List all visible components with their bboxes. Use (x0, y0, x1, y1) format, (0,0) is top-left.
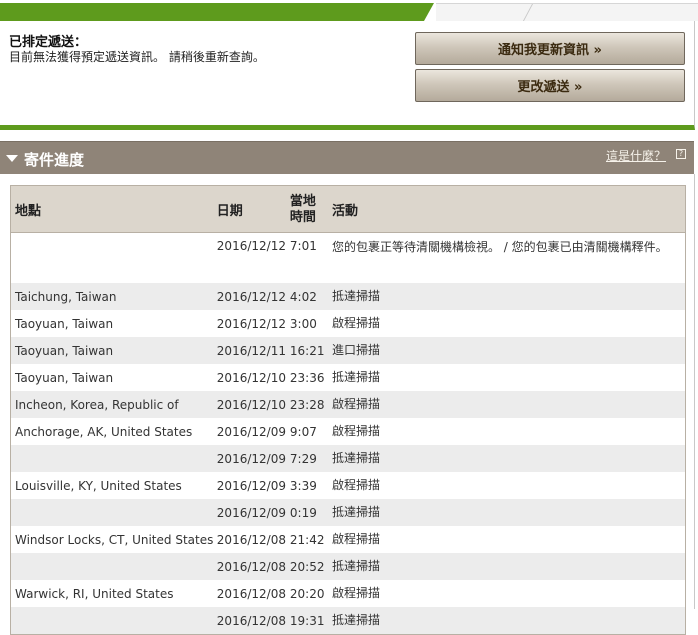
cell-location (10, 607, 213, 635)
cell-time: 7:01 (289, 239, 317, 253)
cell-time: 20:52 (285, 553, 328, 580)
cell-time: 3:39 (289, 478, 317, 493)
cell-location: Warwick, RI, United States (15, 586, 174, 601)
cell-location (11, 233, 213, 284)
cell-activity: 抵達掃描 (327, 499, 686, 526)
cell-date: 2016/12/11 (212, 337, 286, 364)
table-row: Taoyuan, Taiwan 2016/12/12 3:00 啟程掃描 (11, 310, 686, 337)
cell-time: 21:42 (289, 532, 325, 547)
cell-date: 2016/12/10 (216, 370, 286, 385)
cell-location: Windsor Locks, CT, United States (15, 532, 213, 547)
cell-activity: 抵達掃描 (327, 607, 686, 635)
table-row: Incheon, Korea, Republic of 2016/12/10 2… (10, 391, 686, 418)
cell-activity: 啟程掃描 (331, 424, 380, 438)
table-row: Warwick, RI, United States 2016/12/08 20… (11, 580, 686, 607)
cell-location: Anchorage, AK, United States (15, 424, 193, 439)
notify-updates-button[interactable]: 通知我更新資訊 » (415, 32, 685, 65)
shipment-progress-header[interactable]: 寄件進度 這是什麼？ ? (0, 141, 694, 174)
cell-activity: 抵達掃描 (327, 445, 686, 472)
cell-activity: 啟程掃描 (327, 391, 686, 418)
cell-date: 2016/12/09 (216, 424, 286, 439)
table-header-row: 地點 日期 當地 時間 活動 (10, 185, 686, 233)
column-header-local-time-line1: 當地 (289, 194, 316, 209)
collapse-triangle-icon[interactable] (6, 155, 18, 162)
column-header-local-time: 當地 時間 (285, 185, 328, 233)
tracking-table: 地點 日期 當地 時間 活動 2016/12/12 7:01 您的包裹正等待清關機… (10, 185, 686, 635)
cell-time: 4:02 (285, 283, 328, 310)
scheduled-delivery-message: 目前無法獲得預定遞送資訊。 請稍後重新查詢。 (9, 50, 265, 64)
tab-active-edge (424, 3, 434, 21)
column-header-date: 日期 (212, 185, 286, 233)
table-row: 2016/12/08 20:52 抵達掃描 (10, 553, 686, 580)
cell-time: 3:00 (289, 316, 317, 331)
change-delivery-button[interactable]: 更改遞送 » (415, 69, 685, 102)
cell-activity: 進口掃描 (327, 337, 686, 364)
cell-location (10, 499, 213, 526)
cell-date: 2016/12/09 (212, 445, 286, 472)
cell-activity: 抵達掃描 (331, 370, 380, 384)
scheduled-delivery-box: 已排定遞送： 目前無法獲得預定遞送資訊。 請稍後重新查詢。 通知我更新資訊 » … (0, 21, 695, 130)
cell-time: 7:29 (285, 445, 328, 472)
cell-date: 2016/12/12 (212, 283, 286, 310)
cell-location: Taoyuan, Taiwan (15, 316, 114, 331)
cell-date: 2016/12/12 (216, 316, 286, 331)
cell-location: Louisville, KY, United States (15, 478, 182, 493)
column-header-location: 地點 (10, 185, 213, 233)
cell-activity: 啟程掃描 (331, 478, 380, 492)
table-row: Windsor Locks, CT, United States 2016/12… (11, 526, 686, 553)
table-row: Anchorage, AK, United States 2016/12/09 … (11, 418, 686, 445)
table-row: Taoyuan, Taiwan 2016/12/10 23:36 抵達掃描 (11, 364, 686, 391)
cell-location (10, 445, 213, 472)
cell-activity: 啟程掃描 (331, 316, 380, 330)
cell-activity: 抵達掃描 (327, 283, 686, 310)
column-header-local-time-line2: 時間 (289, 210, 316, 225)
cell-location: Taoyuan, Taiwan (15, 370, 114, 385)
table-row: 2016/12/12 7:01 您的包裹正等待清關機構檢視。 / 您的包裹已由清… (11, 233, 686, 284)
cell-location: Incheon, Korea, Republic of (10, 391, 213, 418)
cell-time: 23:28 (285, 391, 328, 418)
cell-date: 2016/12/08 (216, 532, 286, 547)
cell-date: 2016/12/09 (216, 478, 286, 493)
shipment-progress-title: 寄件進度 (24, 151, 85, 169)
cell-date: 2016/12/08 (212, 553, 286, 580)
cell-date: 2016/12/08 (216, 586, 286, 601)
tab-strip (0, 0, 698, 24)
cell-date: 2016/12/09 (212, 499, 286, 526)
table-row: Taichung, Taiwan 2016/12/12 4:02 抵達掃描 (10, 283, 686, 310)
shipment-progress-body: 地點 日期 當地 時間 活動 2016/12/12 7:01 您的包裹正等待清關機… (0, 174, 695, 635)
cell-location: Taoyuan, Taiwan (10, 337, 213, 364)
cell-time: 0:19 (285, 499, 328, 526)
table-row: Louisville, KY, United States 2016/12/09… (11, 472, 686, 499)
table-row: Taoyuan, Taiwan 2016/12/11 16:21 進口掃描 (10, 337, 686, 364)
table-row: 2016/12/09 0:19 抵達掃描 (10, 499, 686, 526)
cell-time: 9:07 (289, 424, 317, 439)
column-header-activity: 活動 (327, 185, 686, 233)
cell-time: 23:36 (289, 370, 325, 385)
cell-time: 19:31 (285, 607, 328, 635)
cell-date: 2016/12/10 (212, 391, 286, 418)
cell-activity: 您的包裹正等待清關機構檢視。 / 您的包裹已由清關機構釋件。 (331, 240, 668, 254)
cell-location: Taichung, Taiwan (10, 283, 213, 310)
cell-date: 2016/12/12 (216, 239, 286, 253)
table-row: 2016/12/09 7:29 抵達掃描 (10, 445, 686, 472)
whats-this-link[interactable]: 這是什麼？ (606, 147, 666, 164)
table-row: 2016/12/08 19:31 抵達掃描 (10, 607, 686, 635)
cell-time: 16:21 (285, 337, 328, 364)
cell-date: 2016/12/08 (212, 607, 286, 635)
cell-activity: 抵達掃描 (327, 553, 686, 580)
tab-inactive[interactable] (436, 3, 698, 24)
cell-activity: 啟程掃描 (331, 532, 380, 546)
help-icon[interactable]: ? (676, 149, 686, 159)
cell-location (10, 553, 213, 580)
cell-activity: 啟程掃描 (331, 586, 380, 600)
cell-time: 20:20 (289, 586, 325, 601)
tab-active[interactable] (0, 3, 424, 21)
